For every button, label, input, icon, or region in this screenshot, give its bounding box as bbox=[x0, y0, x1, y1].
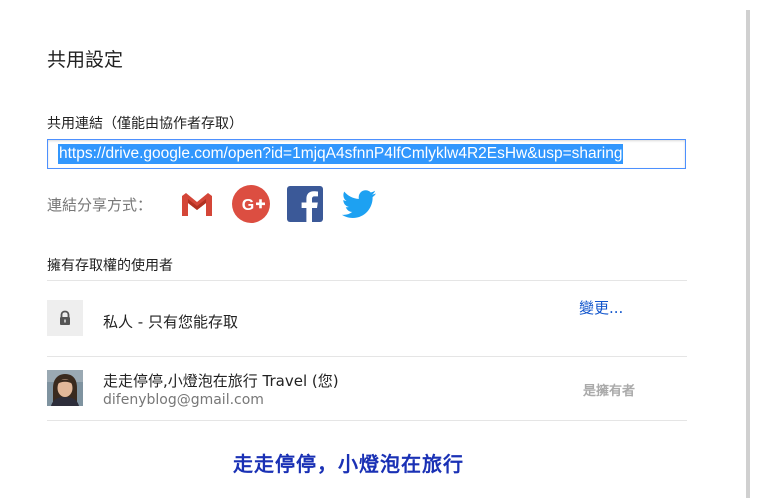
owner-email: difenyblog@gmail.com bbox=[103, 392, 264, 408]
share-link-label: 共用連結（僅能由協作者存取） bbox=[47, 116, 243, 132]
divider bbox=[47, 280, 687, 281]
svg-text:G: G bbox=[242, 197, 254, 214]
google-plus-icon[interactable]: G bbox=[231, 184, 271, 224]
scrollbar[interactable] bbox=[746, 10, 750, 498]
owner-name: 走走停停,小燈泡在旅行 Travel (您) bbox=[103, 372, 339, 390]
facebook-icon[interactable] bbox=[285, 184, 325, 224]
lock-icon bbox=[47, 300, 83, 336]
share-link-field[interactable]: https://drive.google.com/open?id=1mjqA4s… bbox=[47, 139, 686, 169]
access-heading: 擁有存取權的使用者 bbox=[47, 258, 173, 274]
twitter-icon[interactable] bbox=[339, 184, 379, 224]
dialog-title: 共用設定 bbox=[47, 49, 124, 71]
visibility-status: 私人 - 只有您能存取 bbox=[103, 313, 238, 331]
divider bbox=[47, 420, 687, 421]
divider bbox=[47, 356, 687, 357]
avatar bbox=[47, 370, 83, 406]
change-access-link[interactable]: 變更... bbox=[579, 297, 623, 318]
share-link-url[interactable]: https://drive.google.com/open?id=1mjqA4s… bbox=[58, 144, 624, 164]
share-settings-dialog: 共用設定 共用連結（僅能由協作者存取） https://drive.google… bbox=[0, 0, 762, 498]
owner-role: 是擁有者 bbox=[583, 384, 636, 399]
blog-watermark: 走走停停，小燈泡在旅行 bbox=[233, 452, 464, 476]
gmail-icon[interactable] bbox=[177, 184, 217, 224]
share-via-label: 連結分享方式： bbox=[47, 196, 153, 214]
